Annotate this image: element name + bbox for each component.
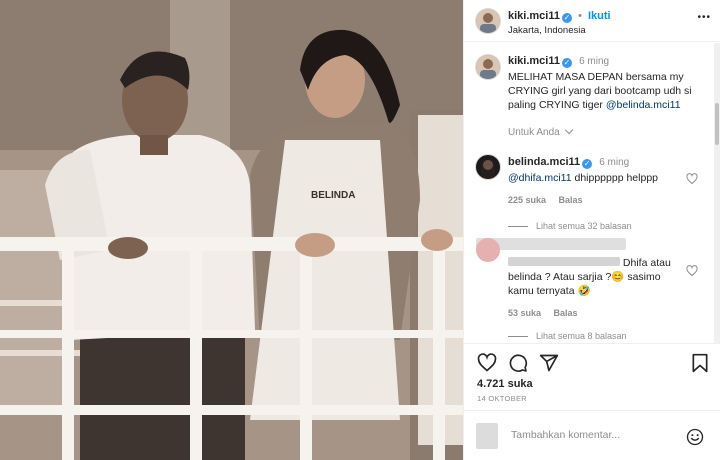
- translate-toggle[interactable]: Untuk Anda: [508, 125, 573, 138]
- censored-text: [508, 257, 620, 266]
- comment-icon[interactable]: [508, 353, 528, 373]
- comment-text: Dhifa atau: [622, 257, 671, 269]
- comment-text: sasimo: [627, 271, 661, 283]
- likes-count[interactable]: 4.721 suka: [477, 378, 533, 390]
- view-replies-label: Lihat semua 32 balasan: [536, 221, 632, 231]
- reply-button[interactable]: Balas: [559, 195, 583, 205]
- post-header: kiki.mci11 ✓ • Ikuti Jakarta, Indonesia •…: [464, 0, 720, 42]
- avatar[interactable]: [476, 238, 500, 262]
- avatar[interactable]: [476, 55, 500, 79]
- scrollbar-thumb[interactable]: [715, 103, 719, 145]
- post-photo[interactable]: BELINDA: [0, 0, 463, 460]
- comment-username[interactable]: belinda.mci11: [508, 156, 580, 168]
- divider: [508, 225, 528, 227]
- verified-icon: ✓: [562, 13, 572, 23]
- comment-mention[interactable]: @dhifa.mci11: [508, 172, 572, 184]
- more-options-icon[interactable]: •••: [697, 12, 711, 23]
- comment-time: 6 ming: [599, 157, 630, 168]
- reply-button[interactable]: Balas: [554, 308, 578, 318]
- header-username[interactable]: kiki.mci11: [508, 10, 560, 22]
- action-bar: [464, 343, 720, 383]
- comment-likes[interactable]: 53 suka: [508, 308, 541, 318]
- comments-list[interactable]: kiki.mci11 ✓ 6 ming MELIHAT MASA DEPAN be…: [464, 43, 720, 343]
- post-sidebar: kiki.mci11 ✓ • Ikuti Jakarta, Indonesia •…: [463, 0, 720, 460]
- scrollbar[interactable]: [714, 43, 720, 343]
- comment-text: kamu ternyata: [508, 285, 575, 297]
- comment-item: Dhifa atau belinda ? Atau sarjia ?😊 sasi…: [508, 256, 698, 318]
- caption-username[interactable]: kiki.mci11: [508, 55, 560, 67]
- bookmark-icon[interactable]: [691, 353, 709, 373]
- caption-mention[interactable]: @belinda.mci11: [606, 99, 681, 111]
- comment-composer: [464, 410, 720, 460]
- post-image: BELINDA: [0, 0, 463, 460]
- heart-icon[interactable]: [477, 353, 497, 373]
- separator: •: [578, 10, 582, 22]
- avatar[interactable]: [476, 9, 500, 33]
- follow-button[interactable]: Ikuti: [588, 10, 611, 22]
- translate-label: Untuk Anda: [508, 127, 560, 138]
- verified-icon: ✓: [562, 58, 572, 68]
- caption-time: 6 ming: [579, 56, 610, 67]
- comment-text: dhipppppp helppp: [571, 172, 658, 184]
- censored-avatar: [476, 423, 498, 449]
- avatar[interactable]: [476, 155, 500, 179]
- emoji-icon[interactable]: [686, 428, 704, 446]
- location[interactable]: Jakarta, Indonesia: [508, 25, 586, 36]
- post-date[interactable]: 14 OKTOBER: [477, 394, 527, 403]
- view-replies-button[interactable]: Lihat semua 8 balasan: [508, 331, 627, 341]
- apron-text: BELINDA: [311, 190, 355, 201]
- heart-icon[interactable]: [686, 173, 698, 185]
- comment-text: belinda ? Atau sarjia ?: [508, 271, 612, 283]
- heart-icon[interactable]: [686, 265, 698, 277]
- view-replies-label: Lihat semua 8 balasan: [536, 331, 627, 341]
- share-icon[interactable]: [539, 353, 559, 373]
- chevron-down-icon: [564, 125, 573, 135]
- comment-item: belinda.mci11 ✓ 6 ming @dhifa.mci11 dhipp…: [508, 156, 698, 205]
- comment-input[interactable]: [511, 429, 681, 441]
- caption: kiki.mci11 ✓ 6 ming MELIHAT MASA DEPAN be…: [508, 55, 708, 112]
- view-replies-button[interactable]: Lihat semua 32 balasan: [508, 221, 632, 231]
- divider: [508, 335, 528, 337]
- comment-likes[interactable]: 225 suka: [508, 195, 546, 205]
- verified-icon: ✓: [582, 159, 593, 169]
- smile-emoji-icon: 😊: [611, 271, 625, 283]
- laugh-emoji-icon: 🤣: [577, 285, 591, 297]
